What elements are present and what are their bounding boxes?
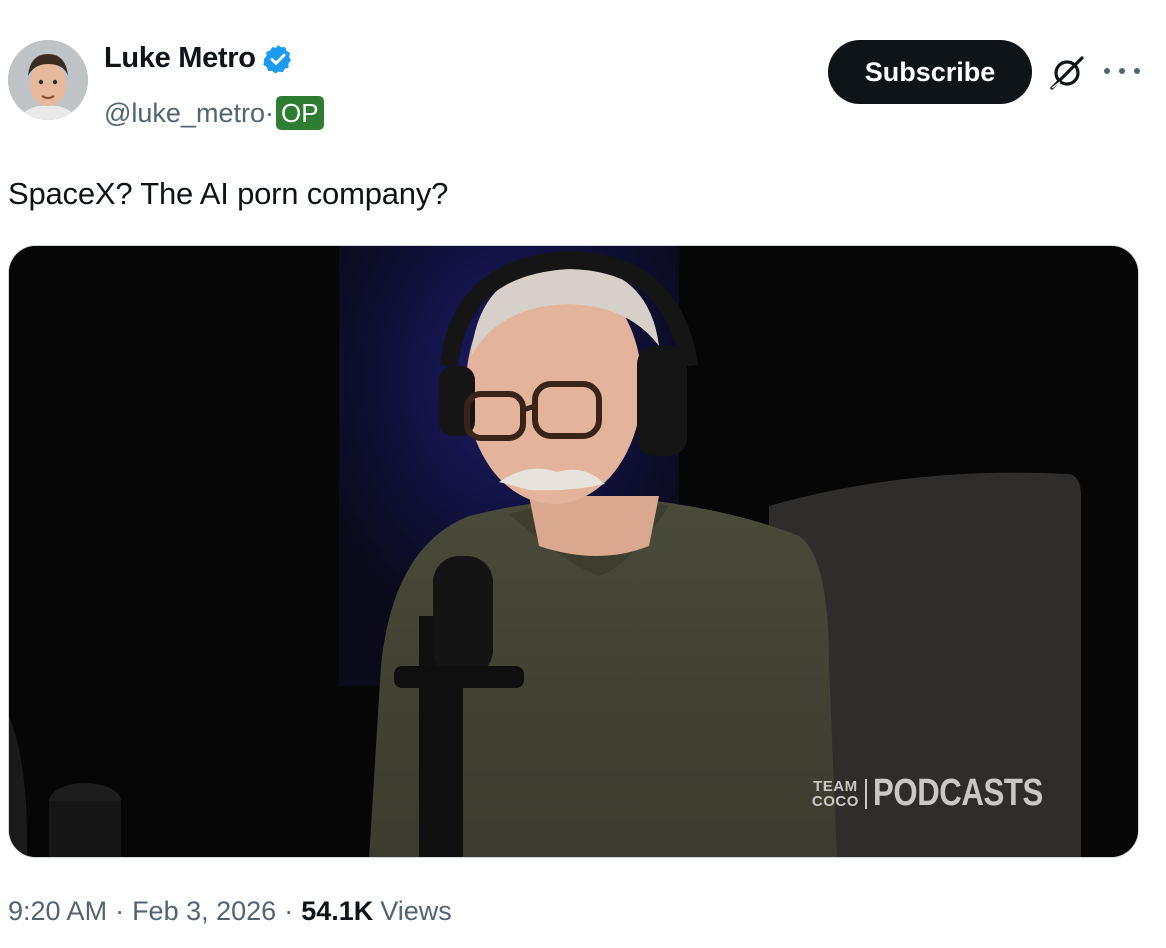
handle-separator: ·: [264, 97, 274, 128]
tweet-meta: 9:20 AM · Feb 3, 2026 · 54.1K Views: [8, 896, 452, 927]
more-dot: [1119, 68, 1125, 74]
op-badge: OP: [275, 96, 324, 130]
verified-badge-icon[interactable]: [262, 43, 294, 75]
subscribe-button[interactable]: Subscribe: [828, 40, 1032, 104]
tweet-time[interactable]: 9:20 AM: [8, 896, 107, 927]
watermark-team-coco: TEAM COCO: [811, 777, 867, 810]
author-name-row: Luke Metro: [104, 42, 294, 75]
grok-icon[interactable]: [1046, 52, 1088, 94]
watermark-team: TEAM: [813, 777, 858, 795]
video-frame: [9, 246, 1138, 857]
avatar[interactable]: [8, 40, 88, 120]
more-icon[interactable]: [1104, 56, 1140, 86]
avatar-photo: [8, 40, 88, 120]
team-coco-watermark: TEAM COCO PODCASTS: [812, 772, 1080, 815]
author-display-name[interactable]: Luke Metro: [104, 42, 256, 75]
more-dot: [1104, 68, 1110, 74]
watermark-coco: COCO: [811, 792, 859, 810]
more-dot: [1134, 68, 1140, 74]
meta-separator: ·: [284, 896, 294, 926]
watermark-podcasts: PODCASTS: [872, 772, 1043, 814]
views-count[interactable]: 54.1K: [301, 896, 373, 927]
author-handle-row: @luke_metro · OP: [104, 96, 324, 130]
views-label: Views: [380, 896, 452, 926]
meta-separator: ·: [115, 896, 125, 926]
author-handle[interactable]: @luke_metro: [104, 98, 265, 129]
tweet-date[interactable]: Feb 3, 2026: [132, 896, 276, 927]
tweet-video[interactable]: TEAM COCO PODCASTS: [8, 245, 1139, 858]
tweet-text: SpaceX? The AI porn company?: [8, 176, 449, 211]
